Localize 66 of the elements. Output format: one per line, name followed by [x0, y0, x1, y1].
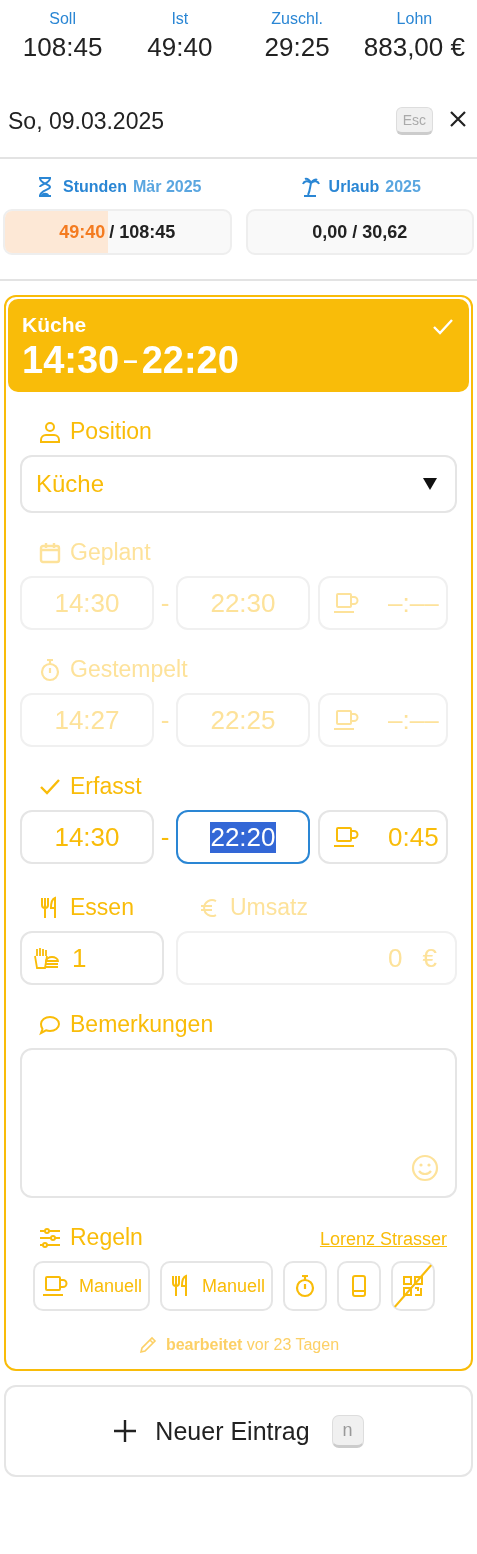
close-icon: [449, 110, 467, 128]
section-label: Essen: [70, 894, 134, 921]
smiley-icon: [411, 1154, 439, 1182]
stat-value: 49:40: [147, 32, 213, 63]
time-field[interactable]: 14:30: [20, 810, 154, 864]
time-separator: -: [159, 704, 171, 736]
entry-end: 22:20: [141, 339, 239, 382]
stat-label: Soll: [49, 10, 76, 28]
vacation-period: 2025: [385, 178, 421, 196]
user-link[interactable]: Lorenz Strasser: [319, 1209, 447, 1250]
section-label: Regeln: [70, 1224, 143, 1251]
stat-value: 883,00 €: [363, 32, 465, 63]
section-label: Gestempelt: [70, 656, 188, 683]
hours-label: Stunden: [63, 178, 127, 196]
vacation-value: 0,00 / 30,62: [245, 209, 474, 255]
section-label: Bemerkungen: [70, 1011, 214, 1038]
pencil-icon: [137, 1335, 158, 1355]
rule-button[interactable]: Manuell: [160, 1261, 274, 1311]
stat-label: Zuschl.: [271, 10, 323, 28]
stopwatch-icon: [38, 657, 62, 682]
vacation-label: Urlaub: [328, 178, 380, 196]
stat-value: 29:25: [264, 32, 330, 63]
calendar-icon: [38, 540, 62, 565]
break-value: –:––: [388, 587, 439, 619]
entry-dash: –: [123, 345, 138, 376]
entry-title: Küche: [22, 313, 88, 337]
break-field[interactable]: –:––: [318, 693, 448, 747]
position-select[interactable]: Küche: [20, 455, 457, 513]
shortcut-key-badge: n: [331, 1414, 364, 1448]
time-field[interactable]: 14:27: [20, 693, 154, 747]
edited-note: bearbeitet vor 23 Tagen: [165, 1336, 340, 1354]
comments-field[interactable]: [20, 1048, 457, 1198]
sliders-icon: [38, 1225, 62, 1250]
fries-burger-icon: [32, 946, 60, 970]
time-separator: -: [159, 821, 171, 853]
caret-icon: [423, 478, 437, 490]
section-label: Geplant: [70, 539, 151, 566]
stat-label: Lohn: [396, 10, 433, 28]
entry-header[interactable]: Küche 14:30–22:20: [8, 299, 469, 392]
time-field[interactable]: 14:30: [20, 576, 154, 630]
section-label: Position: [70, 418, 152, 445]
rule-button[interactable]: [283, 1261, 328, 1311]
time-field[interactable]: 22:25: [176, 693, 310, 747]
section-label: Umsatz: [230, 894, 308, 921]
date-title: So, 09.03.2025: [8, 107, 166, 135]
meals-field[interactable]: 1: [20, 931, 164, 985]
break-value: 0:45: [388, 821, 439, 853]
rule-button[interactable]: [337, 1261, 382, 1311]
person-icon: [38, 419, 62, 444]
section-label: Erfasst: [70, 773, 142, 800]
hours-period: Mär 2025: [133, 178, 202, 196]
stat-value: 108:45: [22, 32, 103, 63]
time-field[interactable]: 22:20: [176, 810, 310, 864]
plus-icon: [113, 1419, 138, 1443]
stat-label: Ist: [171, 10, 189, 28]
hours-target: / 108:45: [109, 221, 176, 243]
rule-button[interactable]: Manuell: [33, 1261, 151, 1311]
hours-actual: 49:40: [59, 221, 106, 243]
time-separator: -: [159, 587, 171, 619]
entry-start: 14:30: [22, 339, 120, 382]
esc-key-badge: Esc: [395, 107, 433, 135]
break-value: –:––: [388, 704, 439, 736]
new-entry-button[interactable]: Neuer Eintrag n: [4, 1385, 473, 1477]
break-field[interactable]: –:––: [318, 576, 448, 630]
break-field[interactable]: 0:45: [318, 810, 448, 864]
time-field[interactable]: 22:30: [176, 576, 310, 630]
